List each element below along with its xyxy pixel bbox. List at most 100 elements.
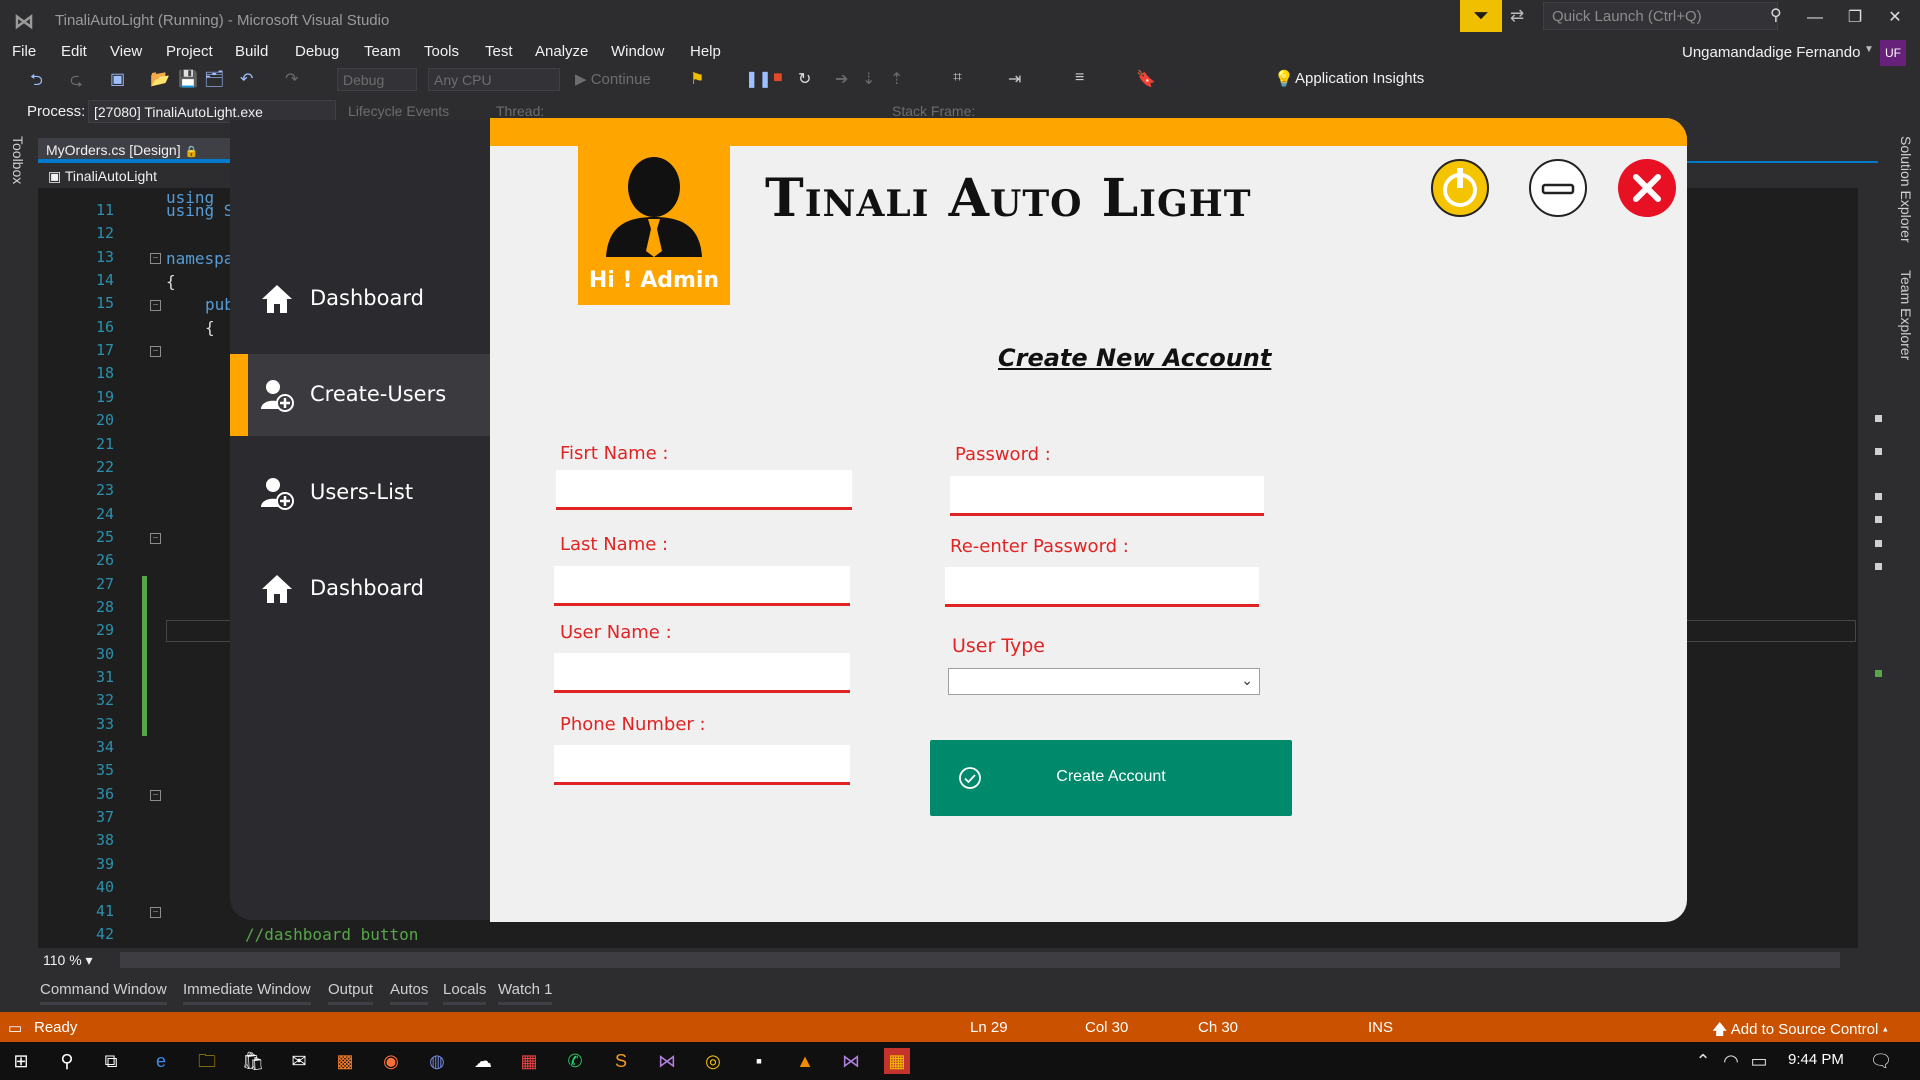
menu-debug[interactable]: Debug xyxy=(295,43,339,60)
app-grid-icon[interactable]: ▦ xyxy=(516,1048,542,1074)
step-out-icon[interactable]: ⇡ xyxy=(890,69,903,89)
whatsapp-icon[interactable]: ✆ xyxy=(562,1048,588,1074)
document-tab[interactable]: MyOrders.cs [Design] 🔒 xyxy=(38,138,230,161)
user-type-select[interactable]: ⌄ xyxy=(948,668,1260,695)
forward-icon[interactable]: ⮎ xyxy=(70,69,83,96)
sidebar-item-create-users[interactable]: Create-Users xyxy=(230,354,490,436)
close-window-button[interactable]: ✕ xyxy=(1875,4,1915,32)
account-name[interactable]: Ungamandadige Fernando xyxy=(1682,44,1860,61)
tab-command-window[interactable]: Command Window xyxy=(40,981,167,1005)
tab-autos[interactable]: Autos xyxy=(390,981,429,1005)
tab-watch-1[interactable]: Watch 1 xyxy=(498,981,553,1005)
xampp-icon[interactable]: ▩ xyxy=(332,1048,358,1074)
avatar[interactable]: UF xyxy=(1880,40,1906,66)
edge-icon[interactable]: e xyxy=(148,1048,174,1074)
firefox-icon[interactable]: ◉ xyxy=(378,1048,404,1074)
close-icon[interactable] xyxy=(1617,158,1677,218)
comment-icon[interactable]: ≡ xyxy=(1075,69,1084,87)
application-insights-button[interactable]: Application Insights xyxy=(1295,70,1424,87)
menu-build[interactable]: Build xyxy=(235,43,268,60)
battery-icon[interactable]: ▭ xyxy=(1746,1048,1772,1074)
feedback-icon[interactable]: ⇄ xyxy=(1510,6,1524,26)
restart-icon[interactable]: ↻ xyxy=(798,69,811,89)
file-explorer-icon[interactable]: 🗀 xyxy=(194,1048,220,1074)
reenter-password-field[interactable] xyxy=(945,567,1259,607)
power-icon[interactable] xyxy=(1430,158,1490,218)
sidebar-item-dashboard-2[interactable]: Dashboard xyxy=(230,548,490,630)
last-name-field[interactable] xyxy=(554,566,850,606)
fold-toggle[interactable]: − xyxy=(150,907,161,918)
new-project-icon[interactable]: ▣ xyxy=(110,69,125,89)
step-into-icon[interactable]: ⇣ xyxy=(862,69,875,89)
menu-file[interactable]: File xyxy=(12,43,36,60)
team-explorer-tab[interactable]: Team Explorer xyxy=(1898,270,1914,360)
pause-icon[interactable]: ❚❚ xyxy=(745,69,772,89)
menu-edit[interactable]: Edit xyxy=(61,43,87,60)
save-icon[interactable]: 💾 xyxy=(178,69,198,89)
search-icon[interactable]: ⚲ xyxy=(54,1048,80,1074)
clock[interactable]: 9:44 PM xyxy=(1788,1051,1844,1068)
quick-launch-input[interactable]: Quick Launch (Ctrl+Q) xyxy=(1543,2,1778,30)
tab-output[interactable]: Output xyxy=(328,981,374,1005)
chrome-icon[interactable]: ◎ xyxy=(700,1048,726,1074)
fold-toggle[interactable]: − xyxy=(150,533,161,544)
password-field[interactable] xyxy=(950,476,1264,516)
wifi-icon[interactable]: ◠ xyxy=(1718,1048,1744,1074)
open-file-icon[interactable]: 📂 xyxy=(150,69,170,89)
fold-toggle[interactable]: − xyxy=(150,790,161,801)
back-icon[interactable]: ⮌ xyxy=(30,69,43,96)
menu-team[interactable]: Team xyxy=(364,43,401,60)
minimize-icon[interactable] xyxy=(1528,158,1588,218)
vertical-scrollbar[interactable] xyxy=(1858,188,1875,948)
zoom-select[interactable]: 110 % ▾ xyxy=(38,950,116,970)
menu-tools[interactable]: Tools xyxy=(424,43,459,60)
bookmark-icon[interactable]: 🔖 xyxy=(1136,69,1156,89)
tray-chevron-icon[interactable]: ⌃ xyxy=(1690,1048,1716,1074)
horizontal-scrollbar[interactable] xyxy=(120,952,1840,968)
configuration-select[interactable]: Debug xyxy=(337,68,417,91)
indent-icon[interactable]: ⇥ xyxy=(1008,69,1021,89)
platform-select[interactable]: Any CPU xyxy=(428,68,560,91)
start-icon[interactable]: ⊞ xyxy=(8,1048,34,1074)
lifecycle-events-button[interactable]: Lifecycle Events xyxy=(348,103,449,119)
class-navigation-dropdown[interactable]: ▣ TinaliAutoLight xyxy=(48,168,157,185)
menu-help[interactable]: Help xyxy=(690,43,721,60)
menu-window[interactable]: Window xyxy=(611,43,664,60)
tab-locals[interactable]: Locals xyxy=(443,981,487,1005)
user-name-field[interactable] xyxy=(554,653,850,693)
search-icon[interactable]: ⚲ xyxy=(1770,5,1782,25)
lightbulb-icon[interactable]: 💡 xyxy=(1274,69,1294,89)
discord-icon[interactable]: ◍ xyxy=(424,1048,450,1074)
mail-icon[interactable]: ✉ xyxy=(286,1048,312,1074)
redo-icon[interactable]: ↷ xyxy=(285,69,298,89)
undo-icon[interactable]: ↶ xyxy=(240,69,253,89)
menu-test[interactable]: Test xyxy=(485,43,513,60)
source-control-button[interactable]: 🡅 Add to Source Control ▴ xyxy=(1712,1019,1888,1044)
tab-immediate-window[interactable]: Immediate Window xyxy=(183,981,311,1005)
store-icon[interactable]: 🛍 xyxy=(240,1048,266,1074)
fold-toggle[interactable]: − xyxy=(150,346,161,357)
running-app-icon[interactable]: ▦ xyxy=(884,1048,910,1074)
chevron-down-icon[interactable]: ▼ xyxy=(1864,44,1874,55)
notifications-flag-icon[interactable]: ⏷ xyxy=(1460,0,1502,32)
menu-view[interactable]: View xyxy=(110,43,142,60)
restore-window-button[interactable]: ❐ xyxy=(1835,4,1875,32)
solution-explorer-tab[interactable]: Solution Explorer xyxy=(1898,136,1914,243)
hex-display-icon[interactable]: ⌗ xyxy=(953,69,962,87)
menu-analyze[interactable]: Analyze xyxy=(535,43,588,60)
minimize-window-button[interactable]: — xyxy=(1795,4,1835,32)
menu-project[interactable]: Project xyxy=(166,43,213,60)
first-name-field[interactable] xyxy=(556,470,852,510)
sublime-icon[interactable]: S xyxy=(608,1048,634,1074)
attach-icon[interactable]: ⚑ xyxy=(690,69,704,89)
notification-center-icon[interactable]: 🗨 xyxy=(1868,1048,1894,1074)
soundcloud-icon[interactable]: ☁ xyxy=(470,1048,496,1074)
step-over-icon[interactable]: ➔ xyxy=(835,69,848,89)
sidebar-item-dashboard[interactable]: Dashboard xyxy=(230,258,490,340)
sidebar-item-users-list[interactable]: Users-List xyxy=(230,452,490,534)
visual-studio-taskbar-icon[interactable]: ⋈ xyxy=(654,1048,680,1074)
fold-toggle[interactable]: − xyxy=(150,300,161,311)
save-all-icon[interactable]: 🗂 xyxy=(204,69,224,89)
toolbox-tab[interactable]: Toolbox xyxy=(10,136,26,184)
stop-icon[interactable]: ■ xyxy=(773,69,783,87)
